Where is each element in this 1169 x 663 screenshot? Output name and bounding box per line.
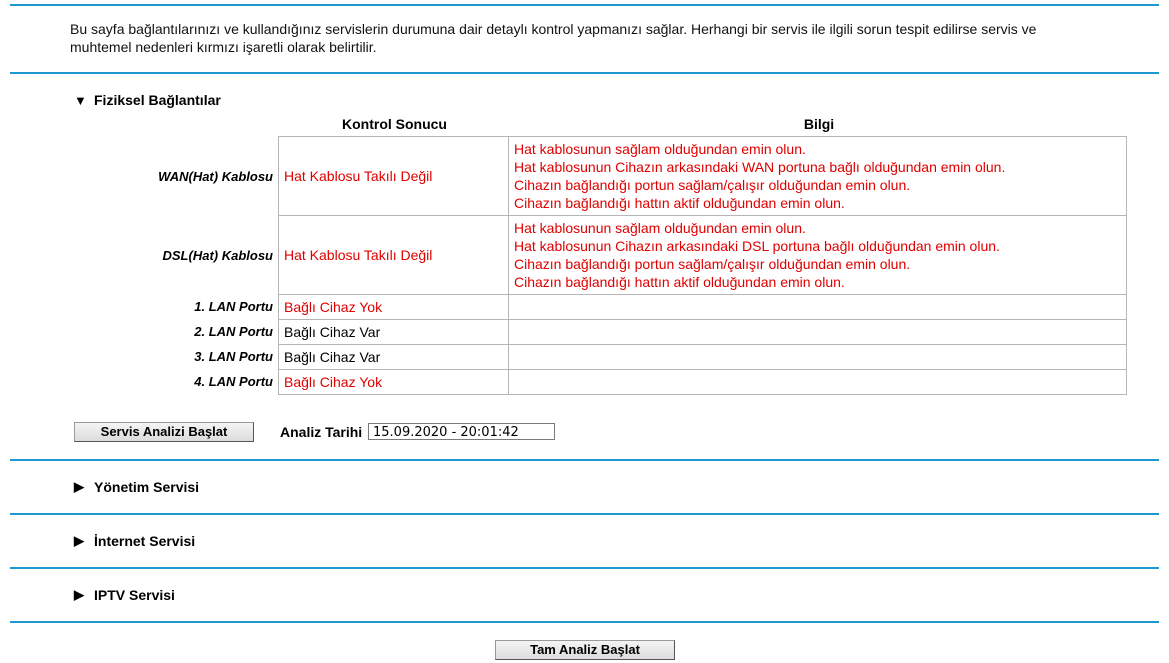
triangle-down-icon: ▼ — [74, 92, 87, 108]
section-internet-title: İnternet Servisi — [94, 533, 196, 549]
start-full-analysis-button[interactable]: Tam Analiz Başlat — [495, 640, 675, 660]
section-physical-header[interactable]: ▼ Fiziksel Bağlantılar — [74, 92, 221, 108]
table-row: Hat Kablosu Takılı Değil Hat kablosunun … — [278, 215, 1127, 295]
info-cell — [508, 344, 1127, 370]
info-cell — [508, 319, 1127, 345]
triangle-right-icon: ▶ — [74, 479, 84, 494]
table-row: Bağlı Cihaz Yok — [278, 369, 1127, 395]
result-cell: Bağlı Cihaz Yok — [278, 369, 509, 395]
info-line: Hat kablosunun Cihazın arkasındaki WAN p… — [514, 159, 1006, 175]
divider — [10, 567, 1159, 569]
info-line: Cihazın bağlandığı portun sağlam/çalışır… — [514, 256, 911, 272]
info-line: Hat kablosunun sağlam olduğundan emin ol… — [514, 141, 806, 157]
info-cell: Hat kablosunun sağlam olduğundan emin ol… — [508, 136, 1127, 216]
column-header-result: Kontrol Sonucu — [342, 116, 447, 132]
section-iptv-title: IPTV Servisi — [94, 587, 175, 603]
start-service-analysis-button[interactable]: Servis Analizi Başlat — [74, 422, 254, 442]
table-row: Bağlı Cihaz Var — [278, 319, 1127, 345]
divider — [10, 513, 1159, 515]
table-row: Bağlı Cihaz Yok — [278, 294, 1127, 320]
row-label-lan3: 3. LAN Portu — [194, 349, 273, 364]
info-line: Cihazın bağlandığı hattın aktif olduğund… — [514, 195, 845, 211]
triangle-right-icon: ▶ — [74, 533, 84, 548]
info-line: Hat kablosunun sağlam olduğundan emin ol… — [514, 220, 806, 236]
info-cell — [508, 294, 1127, 320]
result-cell: Bağlı Cihaz Var — [278, 319, 509, 345]
result-cell: Hat Kablosu Takılı Değil — [278, 136, 509, 216]
result-cell: Hat Kablosu Takılı Değil — [278, 215, 509, 295]
analysis-date-label: Analiz Tarihi — [280, 424, 363, 440]
info-cell: Hat kablosunun sağlam olduğundan emin ol… — [508, 215, 1127, 295]
result-cell: Bağlı Cihaz Var — [278, 344, 509, 370]
table-row: Hat Kablosu Takılı Değil Hat kablosunun … — [278, 136, 1127, 216]
top-divider — [10, 4, 1159, 6]
analysis-date-field[interactable]: 15.09.2020 - 20:01:42 — [368, 423, 555, 440]
info-cell — [508, 369, 1127, 395]
divider — [10, 459, 1159, 461]
row-label-dsl: DSL(Hat) Kablosu — [162, 248, 274, 263]
divider — [10, 72, 1159, 74]
section-management-title: Yönetim Servisi — [94, 479, 200, 495]
row-label-lan4: 4. LAN Portu — [194, 374, 273, 389]
table-row: Bağlı Cihaz Var — [278, 344, 1127, 370]
row-label-lan1: 1. LAN Portu — [194, 299, 273, 314]
triangle-right-icon: ▶ — [74, 587, 84, 602]
info-line: Hat kablosunun Cihazın arkasındaki DSL p… — [514, 238, 1000, 254]
info-line: Cihazın bağlandığı portun sağlam/çalışır… — [514, 177, 911, 193]
row-label-wan: WAN(Hat) Kablosu — [158, 169, 273, 184]
result-cell: Bağlı Cihaz Yok — [278, 294, 509, 320]
section-iptv-header[interactable]: ▶ IPTV Servisi — [74, 587, 175, 603]
physical-results-table: Hat Kablosu Takılı Değil Hat kablosunun … — [278, 136, 1127, 395]
divider — [10, 621, 1159, 623]
info-line: Cihazın bağlandığı hattın aktif olduğund… — [514, 274, 845, 290]
intro-text: Bu sayfa bağlantılarınızı ve kullandığın… — [70, 21, 1037, 55]
section-internet-header[interactable]: ▶ İnternet Servisi — [74, 533, 195, 549]
row-label-lan2: 2. LAN Portu — [194, 324, 273, 339]
section-physical-title: Fiziksel Bağlantılar — [94, 92, 221, 108]
column-header-info: Bilgi — [803, 116, 835, 132]
section-management-header[interactable]: ▶ Yönetim Servisi — [74, 479, 199, 495]
